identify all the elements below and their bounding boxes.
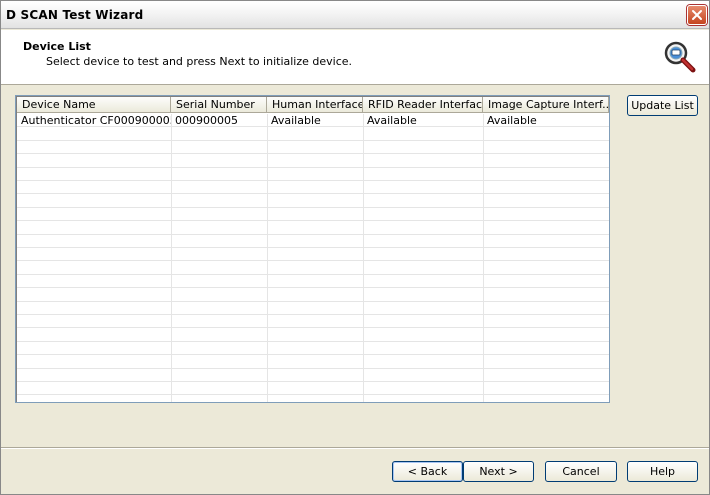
magnifier-icon xyxy=(662,39,698,78)
grid-row xyxy=(17,355,609,369)
table-row[interactable]: Authenticator CF000900005 000900005 Avai… xyxy=(17,114,609,128)
grid-row xyxy=(17,168,609,181)
grid-row xyxy=(17,127,609,141)
cell-human-interface: Available xyxy=(271,114,321,127)
column-human-interface[interactable]: Human Interface xyxy=(267,97,363,113)
grid-line xyxy=(483,114,484,402)
help-button[interactable]: Help xyxy=(627,461,698,482)
column-image-capture-interface[interactable]: Image Capture Interf... xyxy=(483,97,609,113)
wizard-header: Device List Select device to test and pr… xyxy=(1,30,709,85)
grid-line xyxy=(171,114,172,402)
grid-row xyxy=(17,194,609,208)
wizard-window: D SCAN Test Wizard Device List Select de… xyxy=(0,0,710,495)
cell-serial-number: 000900005 xyxy=(175,114,238,127)
close-button[interactable] xyxy=(687,5,707,25)
grid-line xyxy=(267,114,268,402)
update-list-button[interactable]: Update List xyxy=(627,95,698,116)
grid-row xyxy=(17,395,609,402)
cell-device-name: Authenticator CF000900005 xyxy=(21,114,171,127)
grid-row xyxy=(17,369,609,382)
grid-row xyxy=(17,288,609,302)
grid-row xyxy=(17,141,609,155)
grid-row xyxy=(17,208,609,222)
grid-row xyxy=(17,302,609,315)
cell-rfid-reader-interface: Available xyxy=(367,114,417,127)
column-serial-number[interactable]: Serial Number xyxy=(171,97,267,113)
column-rfid-reader-interface[interactable]: RFID Reader Interface xyxy=(363,97,483,113)
grid-line xyxy=(363,114,364,402)
cancel-button[interactable]: Cancel xyxy=(545,461,617,482)
grid-row xyxy=(17,181,609,195)
grid-row xyxy=(17,248,609,262)
window-title: D SCAN Test Wizard xyxy=(6,8,144,22)
title-bar[interactable]: D SCAN Test Wizard xyxy=(1,1,709,29)
grid-row xyxy=(17,328,609,342)
back-button[interactable]: < Back xyxy=(392,461,463,482)
grid-row xyxy=(17,261,609,275)
grid-row xyxy=(17,154,609,168)
grid-row xyxy=(17,275,609,289)
footer-divider xyxy=(1,447,709,449)
page-title: Device List xyxy=(23,40,91,53)
grid-row xyxy=(17,221,609,235)
grid-row xyxy=(17,382,609,396)
device-list[interactable]: Device Name Serial Number Human Interfac… xyxy=(15,95,610,403)
list-body: Authenticator CF000900005 000900005 Avai… xyxy=(17,114,609,402)
next-button[interactable]: Next > xyxy=(463,461,534,482)
grid-row xyxy=(17,315,609,329)
column-device-name[interactable]: Device Name xyxy=(17,97,171,113)
page-subtitle: Select device to test and press Next to … xyxy=(46,55,353,68)
list-header: Device Name Serial Number Human Interfac… xyxy=(17,97,609,113)
cell-image-capture-interface: Available xyxy=(487,114,537,127)
grid-row xyxy=(17,235,609,248)
grid-row xyxy=(17,342,609,356)
